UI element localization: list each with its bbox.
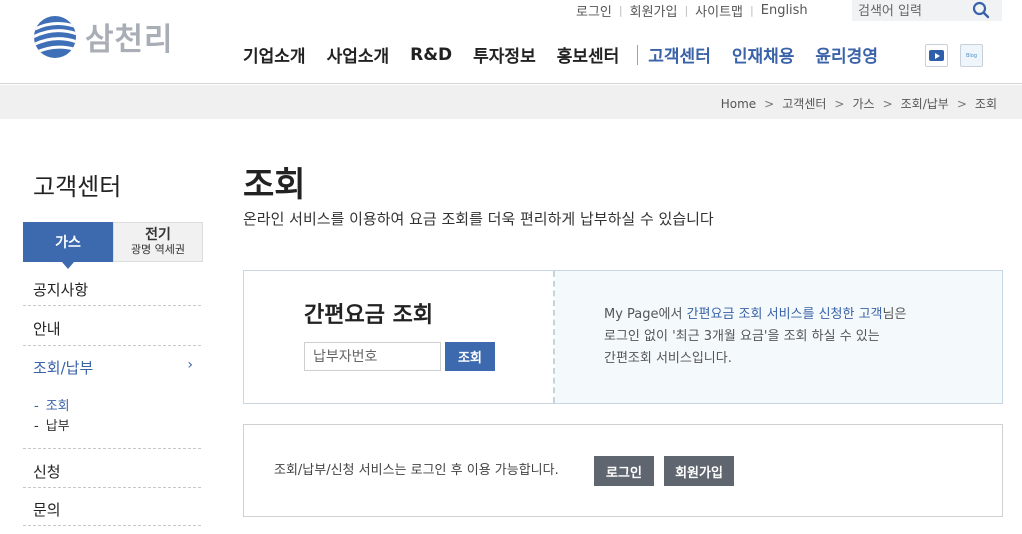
login-required-message: 조회/납부/신청 서비스는 로그인 후 이용 가능합니다.: [274, 463, 559, 478]
quick-inquiry-form: 간편요금 조회 조회: [244, 271, 555, 403]
nav-customer-center[interactable]: 고객센터: [648, 42, 711, 67]
payer-number-input[interactable]: [304, 342, 441, 371]
info-line: 간편조회 서비스입니다.: [604, 351, 732, 366]
quick-inquiry-panel: 간편요금 조회 조회 My Page에서 간편요금 조회 서비스를 신청한 고객…: [243, 270, 1003, 404]
nav-company[interactable]: 기업소개: [243, 42, 306, 67]
breadcrumb-home[interactable]: Home: [721, 97, 756, 111]
nav-ethics[interactable]: 윤리경영: [815, 42, 878, 67]
sidebar-tabs: 가스 전기 광명 역세권: [23, 222, 203, 269]
chevron-right-icon: >: [834, 96, 845, 111]
sidebar-subitem-label: 납부: [45, 419, 70, 434]
inquiry-button[interactable]: 조회: [445, 342, 495, 371]
sidebar-title: 고객센터: [33, 173, 122, 201]
nav-rnd[interactable]: R&D: [410, 45, 452, 65]
utility-nav: 로그인 | 회원가입 | 사이트맵 | English: [576, 0, 808, 20]
signup-link[interactable]: 회원가입: [630, 1, 678, 20]
page-title: 조회: [243, 165, 306, 205]
sidebar-item-contact[interactable]: 문의: [23, 499, 201, 526]
sidebar-subitem-inquiry[interactable]: - 조회: [34, 395, 70, 414]
sidebar-item-label: 문의: [33, 501, 61, 519]
blog-button[interactable]: Blog: [960, 44, 983, 67]
breadcrumb-bar: Home > 고객센터 > 가스 > 조회/납부 > 조회: [0, 85, 1022, 119]
chevron-right-icon: >: [956, 96, 967, 111]
sidebar-subitem-label: 조회: [45, 399, 70, 414]
search-icon[interactable]: [972, 1, 990, 19]
util-divider: |: [618, 3, 623, 17]
nav-divider: [637, 44, 639, 65]
chevron-right-icon: >: [882, 96, 893, 111]
sidebar-item-label: 신청: [33, 463, 61, 481]
util-divider: |: [750, 3, 754, 17]
tab-gas[interactable]: 가스: [23, 222, 113, 269]
login-button[interactable]: 로그인: [594, 456, 654, 486]
chevron-right-icon: ›: [187, 357, 193, 373]
dash-bullet: -: [34, 399, 39, 414]
info-text: My Page에서: [604, 307, 687, 322]
nav-business[interactable]: 사업소개: [327, 42, 390, 67]
quick-inquiry-title: 간편요금 조회: [304, 303, 434, 328]
signup-button[interactable]: 회원가입: [664, 456, 734, 486]
page-description: 온라인 서비스를 이용하여 요금 조회를 더욱 편리하게 납부하실 수 있습니다: [243, 210, 714, 228]
login-required-panel: 조회/납부/신청 서비스는 로그인 후 이용 가능합니다. 로그인 회원가입: [243, 424, 1003, 517]
breadcrumb: Home > 고객센터 > 가스 > 조회/납부 > 조회: [721, 95, 997, 112]
blog-icon: Blog: [965, 52, 978, 59]
sidebar-item-notice[interactable]: 공지사항: [23, 279, 201, 306]
site-header: 삼천리 로그인 | 회원가입 | 사이트맵 | English 기업소개 사업소…: [0, 0, 1022, 84]
breadcrumb-current: 조회: [974, 97, 997, 111]
search-input[interactable]: [852, 1, 970, 22]
english-link[interactable]: English: [761, 3, 808, 18]
info-line: My Page에서 간편요금 조회 서비스를 신청한 고객님은: [604, 304, 906, 326]
info-highlight: 간편요금 조회 서비스를 신청한 고객: [686, 307, 883, 322]
tab-electricity[interactable]: 전기 광명 역세권: [113, 222, 203, 262]
sidebar-item-apply[interactable]: 신청: [23, 461, 201, 488]
sidebar-item-label: 조회/납부: [33, 359, 94, 377]
quick-inquiry-info: My Page에서 간편요금 조회 서비스를 신청한 고객님은 로그인 없이 '…: [604, 304, 906, 370]
chevron-right-icon: >: [764, 96, 775, 111]
nav-recruit[interactable]: 인재채용: [732, 42, 795, 67]
breadcrumb-item[interactable]: 가스: [852, 95, 874, 112]
breadcrumb-item[interactable]: 조회/납부: [901, 95, 949, 112]
dash-bullet: -: [34, 419, 39, 434]
sidebar-subitem-payment[interactable]: - 납부: [34, 415, 70, 434]
youtube-button[interactable]: [925, 44, 948, 67]
breadcrumb-item[interactable]: 고객센터: [782, 95, 826, 112]
main-nav: 기업소개 사업소개 R&D 투자정보 홍보센터 고객센터 인재채용 윤리경영: [243, 42, 899, 67]
info-line: 로그인 없이 '최근 3개월 요금'을 조회 하실 수 있는: [604, 329, 880, 344]
login-link[interactable]: 로그인: [576, 1, 612, 20]
tab-electricity-label: 전기: [145, 226, 171, 243]
logo-text: 삼천리: [85, 22, 174, 58]
sidebar-item-label: 안내: [33, 320, 61, 338]
sitemap-link[interactable]: 사이트맵: [695, 1, 743, 20]
search-box: [852, 0, 1002, 22]
tab-electricity-sublabel: 광명 역세권: [130, 242, 186, 256]
nav-investor[interactable]: 투자정보: [473, 42, 536, 67]
nav-pr[interactable]: 홍보센터: [557, 42, 620, 67]
sidebar-item-label: 공지사항: [33, 281, 89, 299]
sidebar-item-guide[interactable]: 안내: [23, 318, 201, 346]
info-text: 님은: [882, 307, 907, 322]
util-divider: |: [684, 3, 689, 17]
logo[interactable]: 삼천리: [33, 14, 174, 59]
logo-icon: [34, 15, 76, 58]
youtube-icon: [929, 50, 944, 61]
